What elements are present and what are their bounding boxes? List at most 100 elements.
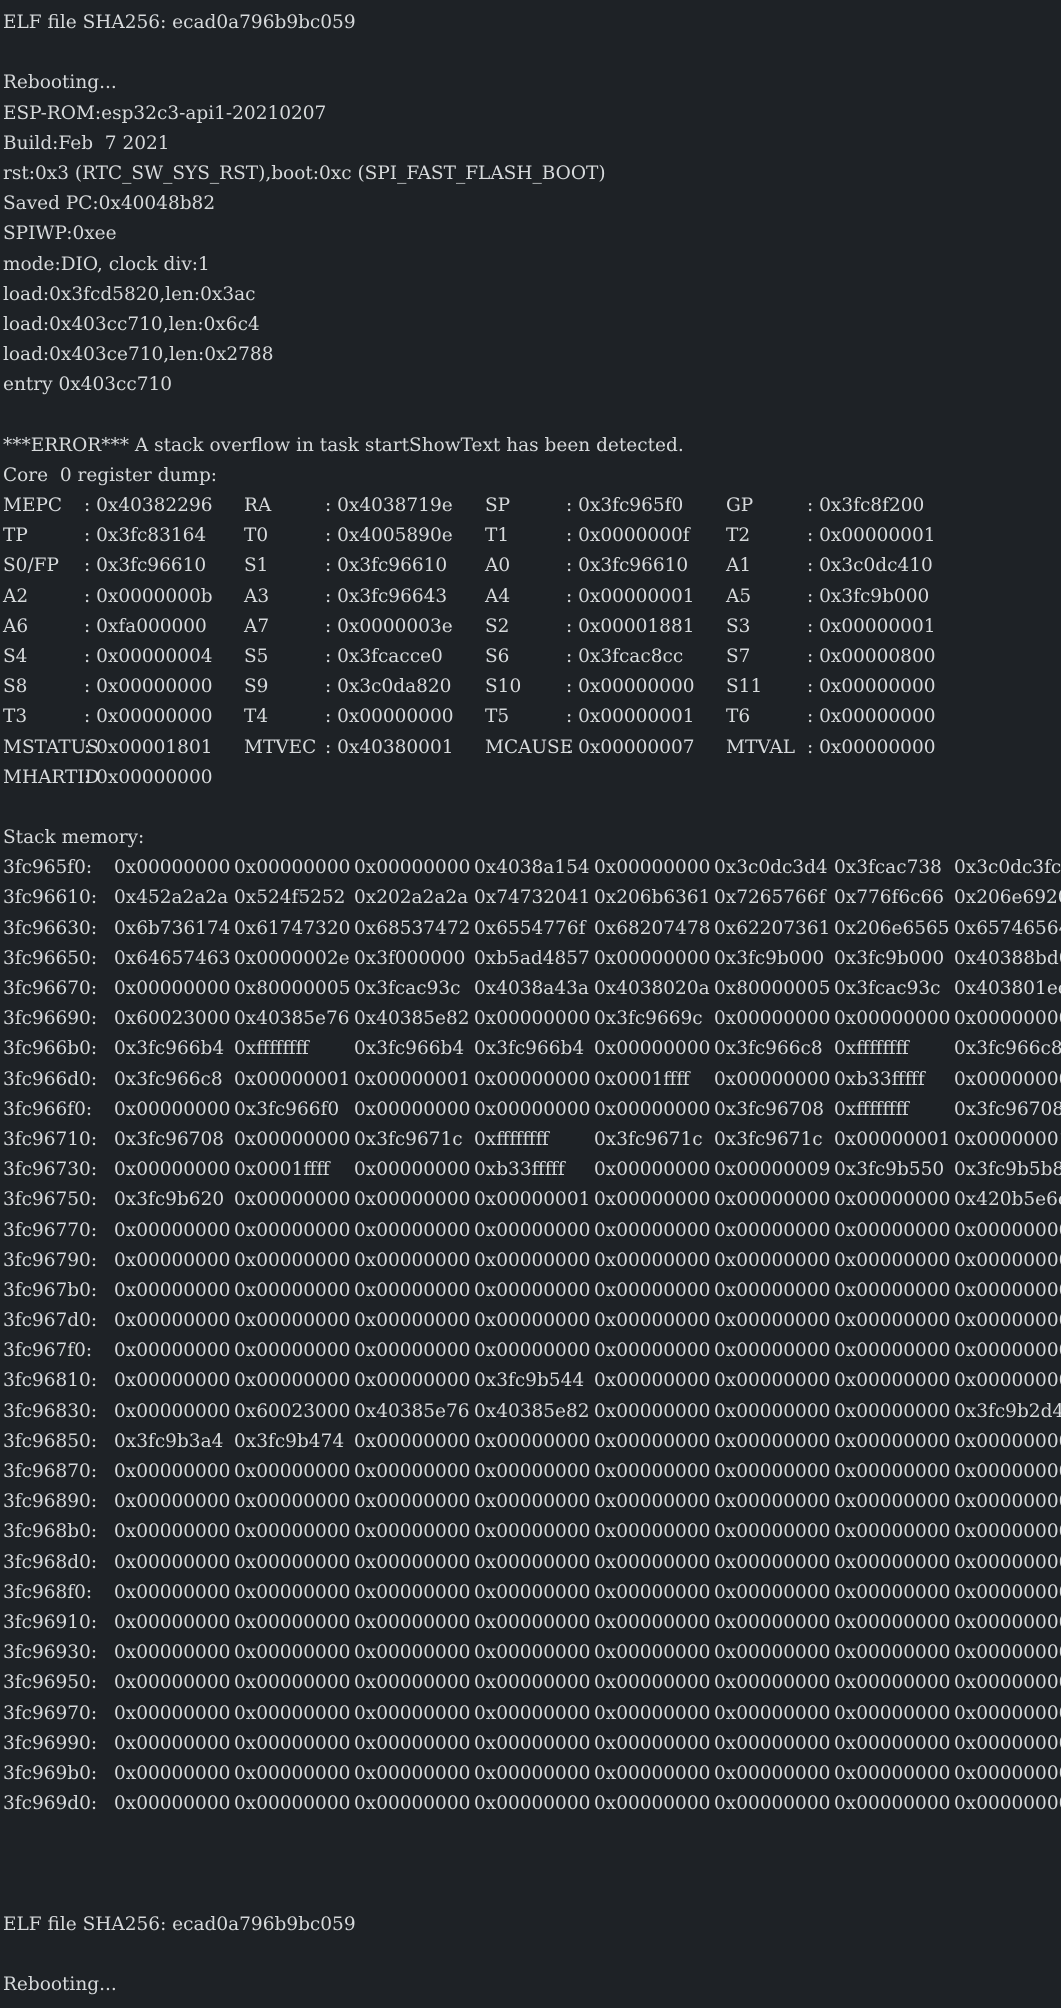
stack-memory-row: 3fc969d0: 0x00000000 0x00000000 0x00000000 0…	[0, 1789, 1061, 1819]
memory-word: 0x3fc966b4	[114, 1038, 225, 1060]
memory-word: 0x00000001	[474, 1189, 591, 1211]
register-entry: MTVEC: 0x40380001	[244, 733, 485, 763]
register-value: 0x40382296	[96, 495, 213, 516]
serial-monitor-output: ELF file SHA256: ecad0a796b9bc059 Reboot…	[0, 0, 1061, 2008]
memory-word: 0x206e6565	[834, 917, 950, 939]
register-separator: :	[807, 615, 820, 637]
memory-word: 0x00000000	[234, 1279, 351, 1301]
register-value: 0x0000000f	[578, 525, 690, 547]
memory-word: 0xffffffff	[834, 1038, 909, 1060]
memory-word: 0x68537472	[354, 917, 471, 939]
register-separator: :	[325, 736, 338, 758]
memory-word: 0x00000000	[114, 1762, 231, 1784]
memory-word: 0x00000000	[594, 1611, 711, 1633]
stack-memory-row: 3fc96790: 0x00000000 0x00000000 0x00000000 0…	[0, 1246, 1061, 1276]
memory-word: 0x64657463	[114, 947, 231, 969]
memory-word: 0x00000000	[714, 1189, 831, 1211]
memory-word: 0x40385e82	[474, 1400, 590, 1422]
stack-memory-row: 3fc96910: 0x00000000 0x00000000 0x00000000 0…	[0, 1608, 1061, 1638]
memory-word: 0x00000000	[714, 1732, 831, 1754]
memory-word: 0x6b736174	[114, 917, 231, 939]
stack-memory-row: 3fc96850: 0x3fc9b3a4 0x3fc9b474 0x00000000 0…	[0, 1427, 1061, 1457]
memory-word: 0x00000000	[594, 1551, 711, 1573]
memory-word: 0x00000000	[354, 1159, 471, 1181]
memory-word: 0x00000000	[354, 1521, 471, 1543]
stack-memory-row: 3fc96650: 0x64657463 0x0000002e 0x3f000000 0…	[0, 944, 1061, 974]
register-name: S8	[3, 676, 28, 698]
memory-word: 0x3fc9b620	[114, 1189, 225, 1211]
memory-word: 0x3fc966c8	[954, 1038, 1061, 1060]
memory-word: 0x00000000	[954, 1611, 1061, 1633]
memory-address: 3fc96990:	[3, 1732, 98, 1754]
memory-word: 0x00000000	[954, 1491, 1061, 1513]
boot-log-line: Saved PC:0x40048b82	[3, 193, 216, 215]
stack-memory-row: 3fc96670: 0x00000000 0x80000005 0x3fcac93c 0…	[0, 974, 1061, 1004]
memory-word: 0x00000000	[714, 1793, 831, 1815]
register-separator: :	[84, 706, 97, 728]
register-entry: GP: 0x3fc8f200	[726, 491, 967, 521]
register-name: T4	[244, 706, 269, 728]
register-entry: S6: 0x3fcac8cc	[485, 642, 726, 672]
register-entry: S10: 0x00000000	[485, 672, 726, 702]
memory-word: 0x00000000	[954, 1732, 1061, 1754]
memory-word: 0x403801ee	[954, 978, 1061, 999]
memory-address: 3fc968b0:	[3, 1521, 98, 1543]
memory-word: 0x3fc9b2d4	[954, 1400, 1061, 1422]
memory-address: 3fc96810:	[3, 1370, 98, 1392]
boot-log-line: load:0x403ce710,len:0x2788	[3, 344, 274, 366]
register-name: MTVAL	[726, 736, 796, 758]
memory-address: 3fc96650:	[3, 947, 98, 969]
memory-word: 0x00000000	[114, 1672, 231, 1694]
stack-overflow-error-line: ***ERROR*** A stack overflow in task sta…	[3, 434, 684, 456]
memory-word: 0x00000000	[714, 1310, 831, 1332]
memory-word: 0x00000000	[954, 1279, 1061, 1301]
register-name: S7	[726, 645, 751, 667]
register-separator: :	[325, 585, 338, 607]
memory-address: 3fc966f0:	[3, 1098, 93, 1120]
register-row: MSTATUS: 0x00001801 MTVEC: 0x40380001 MCAU…	[0, 733, 1061, 763]
memory-word: 0x00000000	[114, 1521, 231, 1543]
register-separator: :	[807, 736, 820, 758]
boot-log-line: Build:Feb 7 2021	[3, 132, 170, 154]
register-entry: A0: 0x3fc96610	[485, 551, 726, 581]
memory-address: 3fc96630:	[3, 917, 98, 939]
register-entry: RA: 0x4038719e	[244, 491, 485, 521]
memory-word: 0x00000000	[474, 1068, 591, 1090]
register-separator: :	[84, 615, 97, 637]
register-separator: :	[84, 525, 97, 547]
memory-address: 3fc967d0:	[3, 1310, 98, 1332]
register-entry: T1: 0x0000000f	[485, 521, 726, 551]
stack-memory-row: 3fc966d0: 0x3fc966c8 0x00000001 0x00000001 0…	[0, 1065, 1061, 1095]
memory-word: 0x00000000	[234, 1551, 351, 1573]
memory-word: 0x00000000	[234, 1189, 351, 1211]
memory-word: 0x00000000	[834, 1340, 951, 1362]
boot-log-line: SPIWP:0xee	[3, 223, 117, 245]
memory-word: 0x00000000	[594, 1219, 711, 1241]
memory-word: 0x00000000	[114, 1370, 231, 1392]
memory-word: 0x00000000	[954, 1551, 1061, 1573]
memory-word: 0x00000000	[354, 1793, 471, 1815]
register-value: 0x00001881	[578, 615, 695, 637]
memory-word: 0x00000000	[474, 1551, 591, 1573]
register-separator: :	[325, 676, 338, 698]
memory-word: 0x00000000	[354, 1551, 471, 1573]
register-separator: :	[807, 495, 820, 516]
register-name: MSTATUS	[3, 736, 99, 758]
register-name: A2	[3, 585, 29, 607]
memory-word: 0x00000000	[234, 1249, 351, 1271]
memory-word: 0x00000000	[354, 1219, 471, 1241]
memory-word: 0x00000000	[834, 1702, 951, 1724]
memory-word: 0x00000000	[474, 1581, 591, 1603]
memory-address: 3fc967f0:	[3, 1340, 93, 1362]
memory-word: 0x00000000	[834, 1219, 951, 1241]
register-separator: :	[566, 706, 579, 728]
memory-word: 0x00000000	[594, 1400, 711, 1422]
memory-word: 0x00000000	[954, 1008, 1061, 1030]
memory-word: 0x00000000	[234, 857, 351, 879]
memory-word: 0x00000000	[954, 1068, 1061, 1090]
register-separator: :	[84, 555, 97, 577]
stack-memory-row: 3fc96630: 0x6b736174 0x61747320 0x68537472 0…	[0, 914, 1061, 944]
memory-word: 0xb33fffff	[834, 1068, 925, 1090]
stack-memory-row: 3fc96890: 0x00000000 0x00000000 0x00000000 0…	[0, 1487, 1061, 1517]
memory-word: 0x00000000	[354, 1370, 471, 1392]
